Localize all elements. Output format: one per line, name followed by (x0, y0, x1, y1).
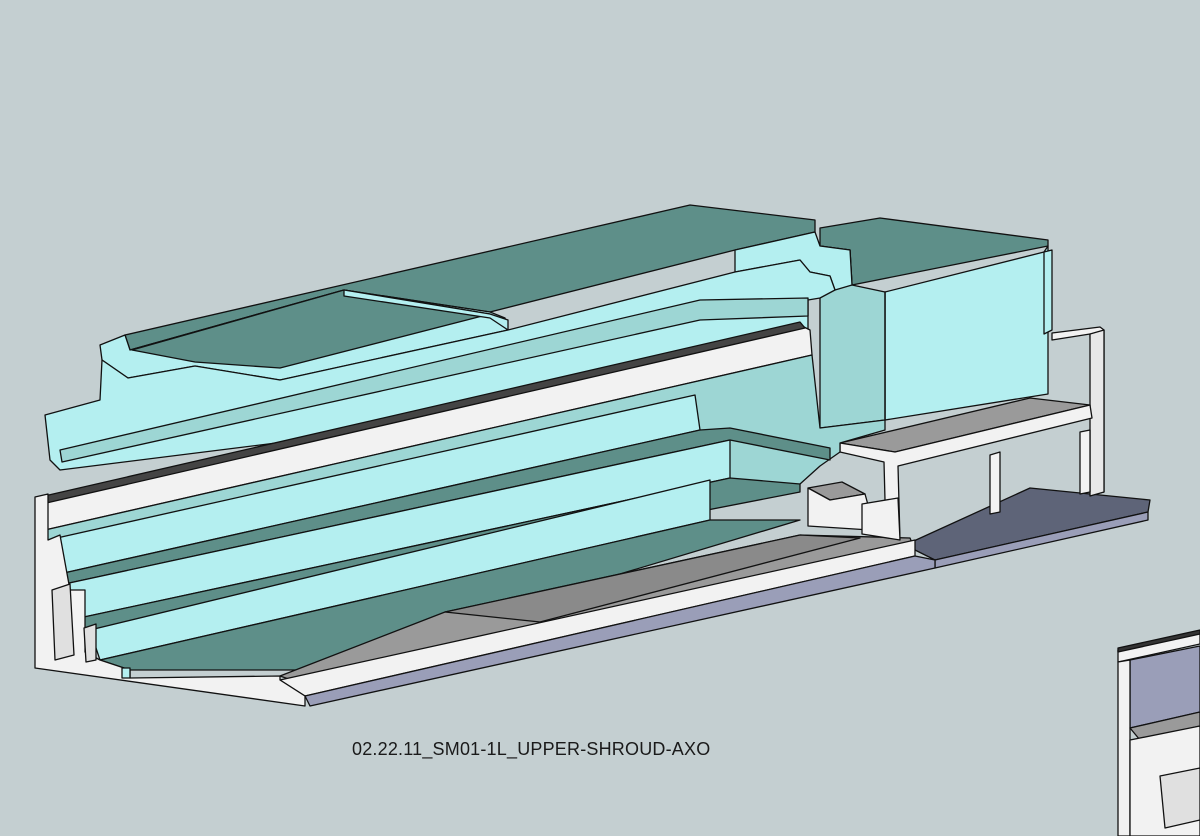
left-end-slot-a (51, 583, 75, 661)
drawing-caption: 02.22.11_SM01-1L_UPPER-SHROUD-AXO (352, 739, 711, 759)
left-end-slot-b (83, 623, 97, 663)
drawing-canvas: 02.22.11_SM01-1L_UPPER-SHROUD-AXO (0, 0, 1200, 836)
front-block-step (861, 497, 901, 541)
left-end-cyan-sliver (121, 667, 131, 679)
right-shelf-leg-a (989, 451, 1001, 515)
right-end-wall-front (1089, 329, 1105, 497)
upper-shroud-axo-model (34, 204, 1200, 836)
rear-box-wall-edge (1043, 249, 1053, 335)
adjacent-model-side (1117, 659, 1131, 836)
right-shelf-leg-b (1079, 429, 1091, 495)
adjacent-model-notch (1159, 767, 1200, 829)
